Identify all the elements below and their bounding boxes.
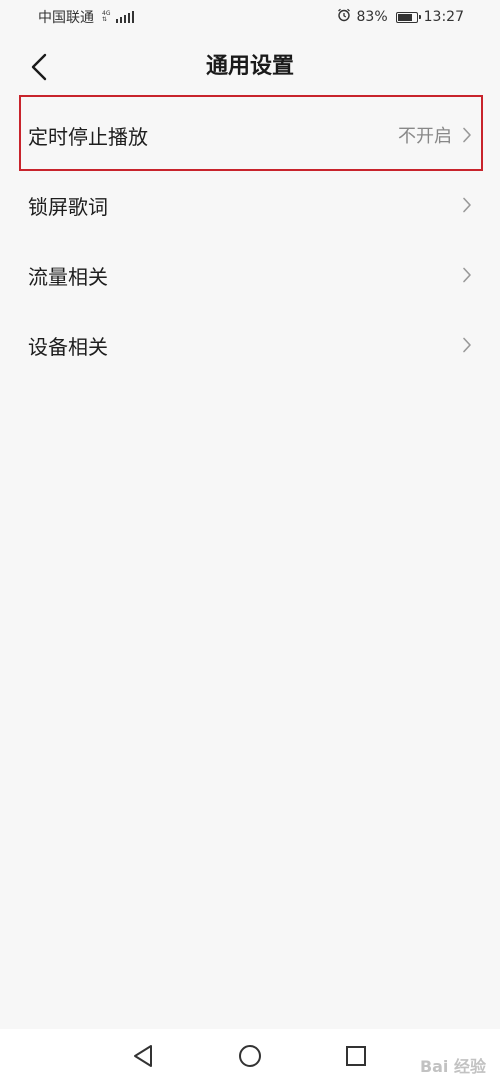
chevron-right-icon [462,127,472,143]
status-right: 83% 13:27 [337,8,464,26]
circle-home-icon [239,1045,261,1067]
network-type-icon: 4G ⇅ [102,11,110,23]
chevron-right-icon [462,267,472,283]
triangle-back-icon [134,1045,152,1067]
system-home-button[interactable] [238,1044,262,1068]
chevron-left-icon [31,53,47,81]
back-button[interactable] [22,50,56,84]
system-back-button[interactable] [131,1044,155,1068]
nav-bar: 通用设置 [0,34,500,100]
screen: 中国联通 4G ⇅ 83% 13:27 通用设置 定时停止播放 不开启 锁屏歌词… [0,0,500,1083]
status-bar: 中国联通 4G ⇅ 83% 13:27 [0,0,500,34]
carrier-name: 中国联通 [38,10,94,26]
settings-list: 定时停止播放 不开启 锁屏歌词 流量相关 设备相关 [0,100,500,380]
chevron-right-icon [462,337,472,353]
status-left: 中国联通 4G ⇅ [38,7,135,27]
alarm-icon [337,8,351,26]
chevron-right-icon [462,197,472,213]
signal-icon [116,11,135,23]
setting-label: 锁屏歌词 [28,194,108,219]
battery-icon [395,11,421,23]
setting-value: 不开启 [398,126,452,147]
battery-fill [397,13,412,21]
clock-time: 13:27 [423,9,464,25]
page-title: 通用设置 [205,54,294,79]
watermark-logo: Bai 经验 [419,1057,486,1076]
setting-label: 流量相关 [28,264,108,289]
setting-item-data-usage[interactable]: 流量相关 [0,240,500,310]
battery-percent: 83% [356,9,388,25]
square-recents-icon [346,1046,366,1066]
setting-item-timer-stop[interactable]: 定时停止播放 不开启 [0,100,500,170]
system-nav-bar: Bai 经验 [0,1029,500,1083]
setting-label: 设备相关 [28,334,108,359]
setting-item-lockscreen-lyrics[interactable]: 锁屏歌词 [0,170,500,240]
setting-label: 定时停止播放 [28,124,148,149]
setting-item-devices[interactable]: 设备相关 [0,310,500,380]
network-activity-label: ⇅ [102,16,108,23]
system-recents-button[interactable] [344,1044,368,1068]
